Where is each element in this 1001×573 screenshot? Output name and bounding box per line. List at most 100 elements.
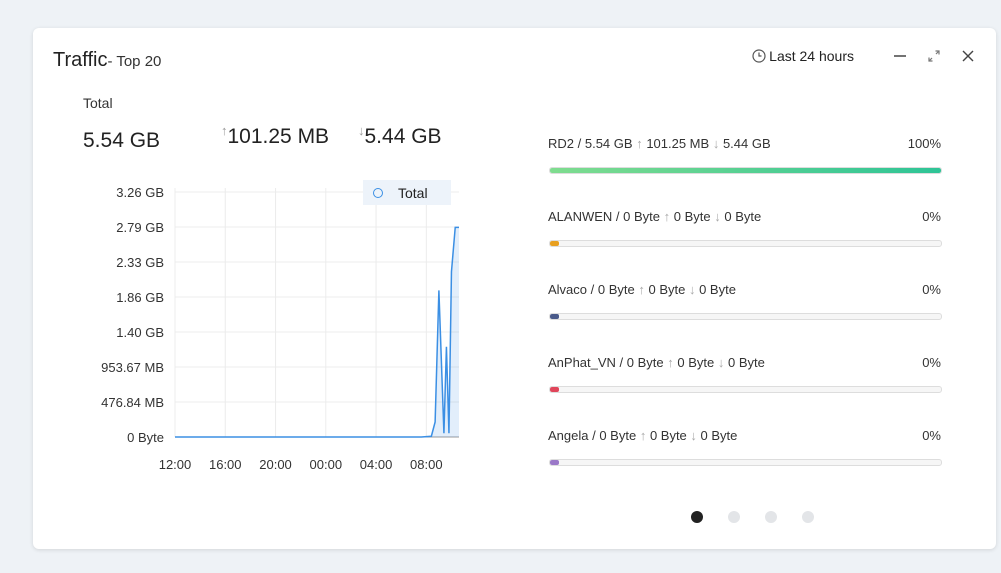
page-dot[interactable]	[765, 511, 777, 523]
top-list-item-row: ALANWEN / 0 Byte ↑ 0 Byte ↓ 0 Byte 0%	[548, 207, 941, 227]
top-list-item-row: Alvaco / 0 Byte ↑ 0 Byte ↓ 0 Byte 0%	[548, 280, 941, 300]
item-down: 0 Byte	[724, 209, 762, 224]
item-total: 0 Byte	[597, 282, 635, 297]
separator: /	[588, 428, 600, 443]
x-tick-label: 00:00	[310, 457, 343, 472]
item-name: Angela	[548, 428, 589, 443]
x-tick-label: 04:00	[360, 457, 393, 472]
item-down: 0 Byte	[700, 428, 738, 443]
time-range-label: Last 24 hours	[769, 48, 854, 64]
top-list-item[interactable]: Angela / 0 Byte ↑ 0 Byte ↓ 0 Byte 0%	[548, 426, 942, 499]
item-down: 5.44 GB	[722, 136, 771, 151]
down-arrow-icon: ↓	[714, 209, 721, 224]
top-list-item-row: RD2 / 5.54 GB ↑ 101.25 MB ↓ 5.44 GB 100%	[548, 134, 941, 154]
separator: /	[587, 282, 598, 297]
summary-label: Total	[83, 95, 113, 111]
top-list-item-label: RD2 / 5.54 GB ↑ 101.25 MB ↓ 5.44 GB	[548, 134, 771, 154]
progress-track	[549, 167, 942, 174]
close-icon	[962, 50, 974, 62]
y-tick-label: 0 Byte	[127, 430, 164, 445]
y-tick-label: 2.33 GB	[116, 255, 164, 270]
top-list: RD2 / 5.54 GB ↑ 101.25 MB ↓ 5.44 GB 100% A…	[548, 134, 942, 499]
traffic-line-chart: 3.26 GB 2.79 GB 2.33 GB 1.86 GB 1.40 GB 953.6…	[101, 185, 459, 472]
item-total: 5.54 GB	[584, 136, 633, 151]
top-list-item-percent: 0%	[922, 209, 941, 224]
download-value: 5.44 GB	[364, 125, 442, 148]
expand-button[interactable]	[926, 48, 942, 64]
top-list-item-label: Angela / 0 Byte ↑ 0 Byte ↓ 0 Byte	[548, 426, 737, 446]
top-list-item-label: ALANWEN / 0 Byte ↑ 0 Byte ↓ 0 Byte	[548, 207, 761, 227]
up-arrow-icon: ↑	[221, 123, 228, 138]
top-list-item[interactable]: RD2 / 5.54 GB ↑ 101.25 MB ↓ 5.44 GB 100%	[548, 134, 942, 207]
progress-track	[549, 240, 942, 247]
pagination-dots	[691, 511, 814, 523]
item-up: 0 Byte	[649, 428, 687, 443]
item-up: 0 Byte	[673, 209, 711, 224]
summary-upload: ↑101.25 MB	[221, 123, 330, 149]
progress-fill	[550, 387, 559, 392]
minimize-button[interactable]	[892, 48, 908, 64]
item-name: RD2	[548, 136, 575, 151]
x-tick-label: 08:00	[410, 457, 443, 472]
top-list-item-row: Angela / 0 Byte ↑ 0 Byte ↓ 0 Byte 0%	[548, 426, 941, 446]
y-tick-label: 953.67 MB	[101, 360, 164, 375]
item-name: ALANWEN	[548, 209, 613, 224]
legend-label: Total	[398, 184, 428, 201]
top-list-item-row: AnPhat_VN / 0 Byte ↑ 0 Byte ↓ 0 Byte 0%	[548, 353, 941, 373]
page-dot[interactable]	[728, 511, 740, 523]
expand-icon	[928, 50, 940, 62]
clock-icon	[752, 49, 766, 63]
progress-track	[549, 313, 942, 320]
item-down: 0 Byte	[699, 282, 736, 297]
item-up: 101.25 MB	[646, 136, 710, 151]
top-list-item-percent: 0%	[922, 282, 941, 297]
x-tick-label: 16:00	[209, 457, 242, 472]
item-name: Alvaco	[548, 282, 588, 297]
y-tick-label: 1.40 GB	[116, 325, 164, 340]
widget-title: Traffic- Top 20	[53, 49, 161, 72]
summary-download: ↓5.44 GB	[358, 123, 442, 149]
minimize-icon	[894, 55, 906, 57]
item-total: 0 Byte	[599, 428, 637, 443]
top-list-item-percent: 100%	[907, 136, 941, 151]
item-total: 0 Byte	[626, 355, 664, 370]
down-arrow-icon: ↓	[690, 428, 697, 443]
progress-fill	[550, 314, 559, 319]
item-up: 0 Byte	[648, 282, 686, 297]
x-tick-label: 20:00	[259, 457, 292, 472]
time-range-selector[interactable]: Last 24 hours	[752, 48, 854, 64]
up-arrow-icon: ↑	[636, 136, 643, 151]
item-up: 0 Byte	[677, 355, 715, 370]
separator: /	[615, 355, 627, 370]
up-arrow-icon: ↑	[638, 282, 645, 297]
widget-controls: Last 24 hours	[752, 48, 976, 64]
y-tick-label: 1.86 GB	[116, 290, 164, 305]
legend-marker-icon	[373, 187, 383, 198]
chart-legend[interactable]: Total	[363, 180, 451, 205]
progress-fill	[550, 241, 559, 246]
item-total: 0 Byte	[623, 209, 660, 224]
top-list-item[interactable]: AnPhat_VN / 0 Byte ↑ 0 Byte ↓ 0 Byte 0%	[548, 353, 942, 426]
close-button[interactable]	[960, 48, 976, 64]
y-tick-label: 2.79 GB	[116, 220, 164, 235]
top-list-item-percent: 0%	[922, 355, 941, 370]
top-list-item-percent: 0%	[922, 428, 941, 443]
down-arrow-icon: ↓	[358, 123, 365, 138]
x-tick-label: 12:00	[159, 457, 192, 472]
upload-value: 101.25 MB	[227, 125, 330, 148]
item-down: 0 Byte	[728, 355, 765, 370]
page-dot[interactable]	[691, 511, 703, 523]
top-list-item[interactable]: Alvaco / 0 Byte ↑ 0 Byte ↓ 0 Byte 0%	[548, 280, 942, 353]
separator: /	[612, 209, 624, 224]
y-tick-label: 3.26 GB	[116, 185, 164, 200]
title-text: Traffic	[53, 49, 108, 71]
separator: /	[574, 136, 585, 151]
top-list-item-label: Alvaco / 0 Byte ↑ 0 Byte ↓ 0 Byte	[548, 280, 736, 300]
page-dot[interactable]	[802, 511, 814, 523]
progress-track	[549, 459, 942, 466]
top-list-item-label: AnPhat_VN / 0 Byte ↑ 0 Byte ↓ 0 Byte	[548, 353, 765, 373]
progress-fill	[550, 460, 559, 465]
top-list-item[interactable]: ALANWEN / 0 Byte ↑ 0 Byte ↓ 0 Byte 0%	[548, 207, 942, 280]
progress-track	[549, 386, 942, 393]
y-tick-label: 476.84 MB	[101, 395, 164, 410]
